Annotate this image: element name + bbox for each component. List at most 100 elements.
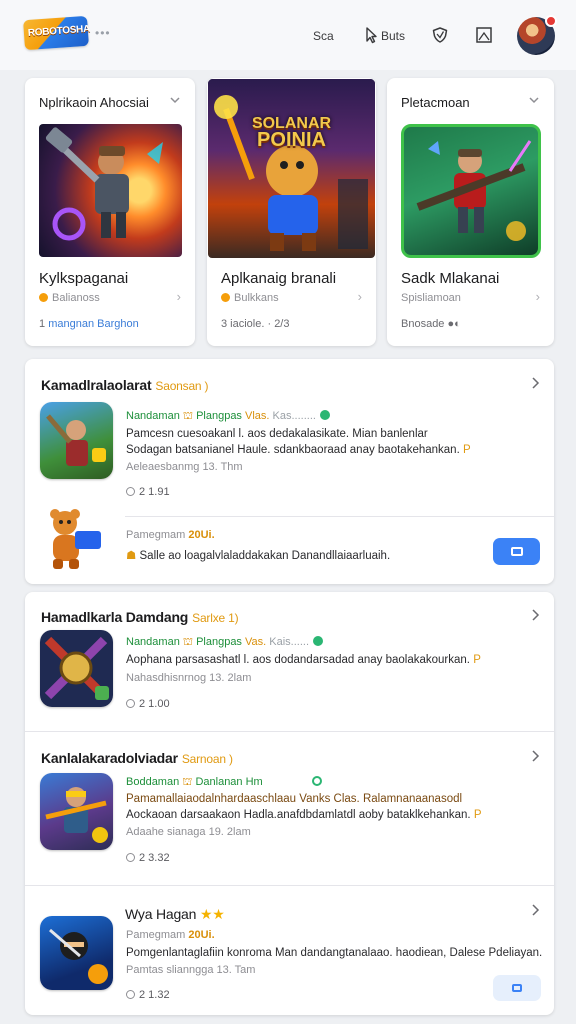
card-header: Nplrikaoin Ahocsiai xyxy=(39,95,149,110)
count-value: 2 3.32 xyxy=(139,852,170,864)
featured-card-3[interactable]: Pletacmoan Sadk Mlakanai Spisliamoan › B… xyxy=(387,78,554,346)
game-publisher: Spisliamoan xyxy=(401,292,461,304)
category-icon: ⛫ xyxy=(182,776,193,788)
row-divider xyxy=(125,516,554,517)
tag-2: Plangpas xyxy=(196,636,242,648)
section-tag: Saonsan ) xyxy=(155,379,209,393)
logo-text: ROBOTOSHA xyxy=(27,23,91,39)
section-card-2: Hamadlkarla Damdang Sarlxe 1) Nandaman ⛫ … xyxy=(25,592,554,1015)
game-meta: 3 iaciole. · 2/3 xyxy=(221,318,290,330)
chevron-right-icon[interactable] xyxy=(530,377,540,389)
more-icon[interactable]: ••• xyxy=(95,26,111,40)
game-meta: Bnosade ●◐ xyxy=(401,318,461,330)
chevron-right-icon[interactable] xyxy=(530,904,540,916)
app-description: Aophana parsasashatl l. aos dodandarsada… xyxy=(126,654,481,666)
sponsored-label: Pamegmam 20Ui. xyxy=(126,929,215,941)
app-date: Aeleaesbanmg 13. Thm xyxy=(126,461,243,473)
chevron-down-icon[interactable] xyxy=(528,94,540,106)
app-description-2: Sodagan batsanianel Haule. sdankbaoraad … xyxy=(126,444,471,456)
arrow-right-icon[interactable]: › xyxy=(358,289,362,304)
sponsored-text: Pamegmam xyxy=(126,929,186,941)
description-text: Aophana parsasashatl l. aos dodandarsada… xyxy=(126,654,470,666)
sponsored-text: Pamegmam xyxy=(126,529,186,541)
game-publisher: Balianoss xyxy=(39,292,100,304)
section-tag: Sarlxe 1) xyxy=(192,611,239,625)
section-title-text: Hamadlkarla Damdang xyxy=(41,609,189,625)
sponsored-year: 20Ui. xyxy=(188,929,215,941)
nav-link-buts[interactable]: Buts xyxy=(381,29,405,43)
featured-card-1[interactable]: Nplrikaoin Ahocsiai Kylkspaganai Baliano… xyxy=(25,78,195,346)
game-art-hero xyxy=(39,124,182,257)
app-icon-gear[interactable] xyxy=(40,630,113,707)
section-divider xyxy=(25,731,554,732)
game-publisher: Bulkkans xyxy=(221,292,279,304)
app-icon-warrior[interactable] xyxy=(40,402,113,479)
tag-3: Vas. xyxy=(245,636,267,648)
chevron-right-icon[interactable] xyxy=(530,750,540,762)
star-rating-icon: ★★ xyxy=(199,906,225,922)
image-icon[interactable] xyxy=(475,26,493,44)
card-icon xyxy=(510,547,523,556)
clock-icon xyxy=(126,487,135,496)
card-header: Pletacmoan xyxy=(401,95,470,110)
count-value: 2 1.32 xyxy=(139,989,170,1001)
verified-icon xyxy=(313,636,324,646)
sponsored-year: 20Ui. xyxy=(188,529,215,541)
app-tags: Nandaman ⛫ Plangpas Vlas. Kas........ xyxy=(126,410,330,424)
pointer-icon[interactable] xyxy=(364,26,378,44)
notification-badge xyxy=(545,15,557,27)
clock-icon xyxy=(126,699,135,708)
app-description: Pamamallaiaodalnhardaaschlaau Vanks Clas… xyxy=(126,793,463,805)
section-title-text: Kanlalakaradolviadar xyxy=(41,750,178,766)
description-text: Sodagan batsanianel Haule. sdankbaoraad … xyxy=(126,444,460,456)
pin-icon: P xyxy=(473,809,482,821)
publisher-label: Balianoss xyxy=(52,292,100,304)
shield-icon[interactable] xyxy=(431,26,449,44)
tag-1: Boddaman xyxy=(126,776,180,788)
meta-status-icon: ●◐ xyxy=(447,318,461,330)
nav-link-sca[interactable]: Sca xyxy=(313,29,334,43)
app-tags: Boddaman ⛫ Danlanan Hm xyxy=(126,776,322,790)
verified-icon xyxy=(311,776,322,786)
tag-4: Kais...... xyxy=(269,636,310,648)
user-avatar[interactable] xyxy=(517,15,557,55)
section-title[interactable]: Kamadlralaolarat Saonsan ) xyxy=(41,377,209,393)
art-title-line-2: POINIA xyxy=(257,129,326,151)
open-button[interactable] xyxy=(493,538,540,565)
app-title[interactable]: Wya Hagan ★★ xyxy=(125,906,225,923)
arrow-right-icon[interactable]: › xyxy=(177,289,181,304)
tag-2: Plangpas xyxy=(196,410,242,422)
publisher-icon xyxy=(39,293,48,302)
chevron-down-icon[interactable] xyxy=(169,94,181,106)
app-count: 2 1.32 xyxy=(126,989,170,1001)
featured-card-2[interactable]: SOLANAR POINIA Aplkanaig branali Bulkkan… xyxy=(207,78,376,346)
section-title[interactable]: Hamadlkarla Damdang Sarlxe 1) xyxy=(41,609,239,625)
meta-label: Bnosade xyxy=(401,318,445,330)
tag-3: Hm xyxy=(245,776,263,788)
game-art-hero xyxy=(401,124,541,258)
tag-3: Vlas. xyxy=(245,410,270,422)
app-date: Pamtas slianngga 13. Tam xyxy=(126,964,256,976)
publisher-label: Bulkkans xyxy=(234,292,279,304)
app-icon-ninja[interactable] xyxy=(40,916,113,990)
tag-2: Danlanan xyxy=(195,776,243,788)
tag-1: Nandaman xyxy=(126,410,180,422)
game-meta: 1 mangnan Barghon xyxy=(39,318,139,330)
promo-text: ☗ Salle ao loagalvlaladdakakan Danandlla… xyxy=(126,548,390,562)
chevron-right-icon[interactable] xyxy=(530,609,540,621)
app-count: 2 1.91 xyxy=(126,486,170,498)
promo-icon: ☗ xyxy=(126,550,137,562)
bear-mascot xyxy=(50,509,101,569)
sponsored-label: Pamegmam 20Ui. xyxy=(126,529,215,541)
count-value: 2 1.00 xyxy=(139,698,170,710)
app-title-text: Wya Hagan xyxy=(125,906,197,922)
game-art-hero: SOLANAR POINIA xyxy=(208,79,375,258)
meta-link[interactable]: mangnan Barghon xyxy=(48,318,139,330)
app-icon-soldier[interactable] xyxy=(40,773,113,850)
app-date: Nahasdhisnrnog 13. 2lam xyxy=(126,672,252,684)
app-description-2: Aockaoan darsaakaon Hadla.anafdbdamlatdl… xyxy=(126,809,481,821)
open-button[interactable] xyxy=(493,975,541,1001)
app-logo[interactable]: ROBOTOSHA xyxy=(23,15,91,51)
section-title[interactable]: Kanlalakaradolviadar Sarnoan ) xyxy=(41,750,233,766)
arrow-right-icon[interactable]: › xyxy=(536,289,540,304)
